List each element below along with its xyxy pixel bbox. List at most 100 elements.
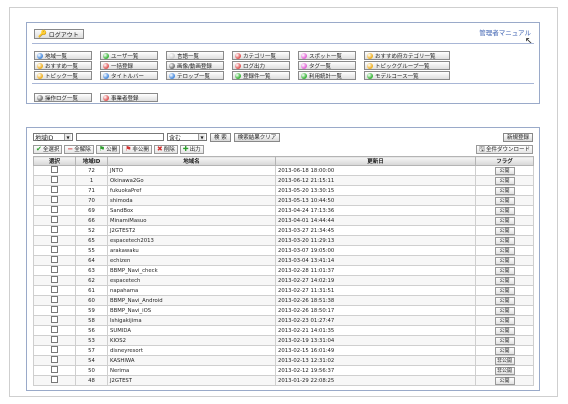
- flag-toggle-button[interactable]: 公開: [494, 306, 515, 315]
- flag-toggle-button[interactable]: 公開: [494, 266, 515, 275]
- row-checkbox[interactable]: [51, 306, 58, 313]
- region-name-cell[interactable]: SUMIDA: [107, 325, 276, 336]
- nav-button-row4-0[interactable]: 操作ログ一覧: [34, 93, 92, 102]
- region-name-cell[interactable]: disneyresort: [107, 345, 276, 356]
- flag-toggle-button[interactable]: 非公開: [494, 356, 515, 365]
- nav-button-row3-2[interactable]: テロップ一覧: [166, 71, 224, 80]
- flag-toggle-button[interactable]: 公開: [494, 326, 515, 335]
- row-checkbox[interactable]: [51, 176, 58, 183]
- table-row[interactable]: 52 J2GTEST2 2013-03-27 21:34:45 公開: [33, 225, 534, 236]
- flag-toggle-button[interactable]: 公開: [494, 346, 515, 355]
- table-row[interactable]: 59 BBMP_Navi_iOS 2013-02-26 18:50:17 公開: [33, 305, 534, 316]
- row-checkbox[interactable]: [51, 206, 58, 213]
- clear-results-button[interactable]: 検索結果クリア: [233, 132, 281, 142]
- nav-button-row2-5[interactable]: トピックグループ一覧: [364, 61, 450, 70]
- nav-button-row3-3[interactable]: 登録件一覧: [232, 71, 290, 80]
- region-name-cell[interactable]: Ishigakijima: [107, 315, 276, 326]
- nav-button-row1-3[interactable]: カテゴリ一覧: [232, 51, 290, 60]
- select-all-button[interactable]: ✔ 全選択: [33, 144, 63, 154]
- table-row[interactable]: 60 BBMP_Navi_Android 2013-02-26 18:51:38 公開: [33, 295, 534, 306]
- row-checkbox[interactable]: [51, 366, 58, 373]
- row-checkbox[interactable]: [51, 256, 58, 263]
- search-input[interactable]: [76, 133, 164, 141]
- region-name-cell[interactable]: BBMP_Navi_Android: [107, 295, 276, 306]
- column-header-updated[interactable]: 更新日: [275, 156, 476, 166]
- row-checkbox[interactable]: [51, 296, 58, 303]
- nav-button-row3-4[interactable]: 利用統計一覧: [298, 71, 356, 80]
- row-checkbox[interactable]: [51, 186, 58, 193]
- nav-button-row2-2[interactable]: 画像/動画登録: [166, 61, 224, 70]
- region-name-cell[interactable]: BBMP_Navi_iOS: [107, 305, 276, 316]
- row-checkbox[interactable]: [51, 316, 58, 323]
- row-checkbox[interactable]: [51, 326, 58, 333]
- nav-button-row3-0[interactable]: トピック一覧: [34, 71, 92, 80]
- row-checkbox[interactable]: [51, 236, 58, 243]
- download-all-button[interactable]: 🖫 全件ダウンロード: [476, 144, 533, 154]
- row-checkbox[interactable]: [51, 346, 58, 353]
- table-row[interactable]: 66 MinamiMasuo 2013-04-01 14:44:44 公開: [33, 215, 534, 226]
- deselect-all-button[interactable]: − 全解除: [64, 144, 94, 154]
- flag-toggle-button[interactable]: 公開: [494, 226, 515, 235]
- output-button[interactable]: ✚ 出力: [179, 144, 204, 154]
- column-header-region-name[interactable]: 地域名: [107, 156, 276, 166]
- region-name-cell[interactable]: Okinawa2Go: [107, 175, 276, 186]
- table-row[interactable]: 53 KIOS2 2013-02-19 13:31:04 公開: [33, 335, 534, 346]
- search-field-select[interactable]: 地域ID ▼: [33, 133, 73, 142]
- table-row[interactable]: 58 Ishigakijima 2013-02-23 01:27:47 公開: [33, 315, 534, 326]
- nav-button-row2-3[interactable]: ログ出力: [232, 61, 290, 70]
- flag-toggle-button[interactable]: 公開: [494, 216, 515, 225]
- row-checkbox[interactable]: [51, 276, 58, 283]
- publish-button[interactable]: ⚑ 公開: [95, 144, 121, 154]
- table-row[interactable]: 72 JNTO 2013-06-18 18:00:00 公開: [33, 165, 534, 176]
- nav-button-row1-2[interactable]: 言語一覧: [166, 51, 224, 60]
- table-row[interactable]: 57 disneyresort 2013-02-15 16:01:49 公開: [33, 345, 534, 356]
- table-row[interactable]: 55 arakawaku 2013-03-07 19:05:00 公開: [33, 245, 534, 256]
- table-row[interactable]: 69 SandBox 2013-04-24 17:13:36 公開: [33, 205, 534, 216]
- region-name-cell[interactable]: shimoda: [107, 195, 276, 206]
- row-checkbox[interactable]: [51, 196, 58, 203]
- flag-toggle-button[interactable]: 公開: [494, 296, 515, 305]
- flag-toggle-button[interactable]: 公開: [494, 196, 515, 205]
- search-button[interactable]: 検 索: [210, 132, 231, 142]
- region-name-cell[interactable]: napahama: [107, 285, 276, 296]
- table-row[interactable]: 56 SUMIDA 2013-02-21 14:01:35 公開: [33, 325, 534, 336]
- region-name-cell[interactable]: espacetech2013: [107, 235, 276, 246]
- nav-button-row3-5[interactable]: モデルコース一覧: [364, 71, 450, 80]
- nav-button-row2-1[interactable]: 一括登録: [100, 61, 158, 70]
- region-name-cell[interactable]: BBMP_Navi_check: [107, 265, 276, 276]
- flag-toggle-button[interactable]: 公開: [494, 316, 515, 325]
- flag-toggle-button[interactable]: 公開: [494, 206, 515, 215]
- table-row[interactable]: 50 Nerima 2013-02-12 19:56:37 非公開: [33, 365, 534, 376]
- region-name-cell[interactable]: KASHIWA: [107, 355, 276, 366]
- nav-button-row1-4[interactable]: スポット一覧: [298, 51, 356, 60]
- flag-toggle-button[interactable]: 公開: [494, 256, 515, 265]
- region-name-cell[interactable]: J2GTEST2: [107, 225, 276, 236]
- row-checkbox[interactable]: [51, 246, 58, 253]
- row-checkbox[interactable]: [51, 266, 58, 273]
- match-mode-select[interactable]: 含む ▼: [167, 133, 207, 142]
- row-checkbox[interactable]: [51, 356, 58, 363]
- region-name-cell[interactable]: J2GTEST: [107, 375, 276, 386]
- nav-button-row2-4[interactable]: タグ一覧: [298, 61, 356, 70]
- row-checkbox[interactable]: [51, 336, 58, 343]
- region-name-cell[interactable]: espacetech: [107, 275, 276, 286]
- column-header-region-id[interactable]: 地域ID: [75, 156, 108, 166]
- nav-button-row1-5[interactable]: おすすめ府カテゴリ一覧: [364, 51, 450, 60]
- logout-button[interactable]: 🔑 ログアウト: [34, 29, 84, 39]
- region-name-cell[interactable]: SandBox: [107, 205, 276, 216]
- region-name-cell[interactable]: Nerima: [107, 365, 276, 376]
- flag-toggle-button[interactable]: 公開: [494, 246, 515, 255]
- column-header-select[interactable]: 選択: [33, 156, 76, 166]
- flag-toggle-button[interactable]: 公開: [494, 176, 515, 185]
- table-row[interactable]: 62 espacetech 2013-02-27 14:02:19 公開: [33, 275, 534, 286]
- flag-toggle-button[interactable]: 非公開: [494, 366, 515, 375]
- unpublish-button[interactable]: ⚑ 非公開: [122, 144, 152, 154]
- table-row[interactable]: 70 shimoda 2013-05-13 10:44:50 公開: [33, 195, 534, 206]
- region-name-cell[interactable]: echizen: [107, 255, 276, 266]
- row-checkbox[interactable]: [51, 376, 58, 383]
- region-name-cell[interactable]: KIOS2: [107, 335, 276, 346]
- flag-toggle-button[interactable]: 公開: [494, 276, 515, 285]
- nav-button-row1-1[interactable]: ユーザ一覧: [100, 51, 158, 60]
- row-checkbox[interactable]: [51, 216, 58, 223]
- table-row[interactable]: 63 BBMP_Navi_check 2013-02-28 11:01:37 公開: [33, 265, 534, 276]
